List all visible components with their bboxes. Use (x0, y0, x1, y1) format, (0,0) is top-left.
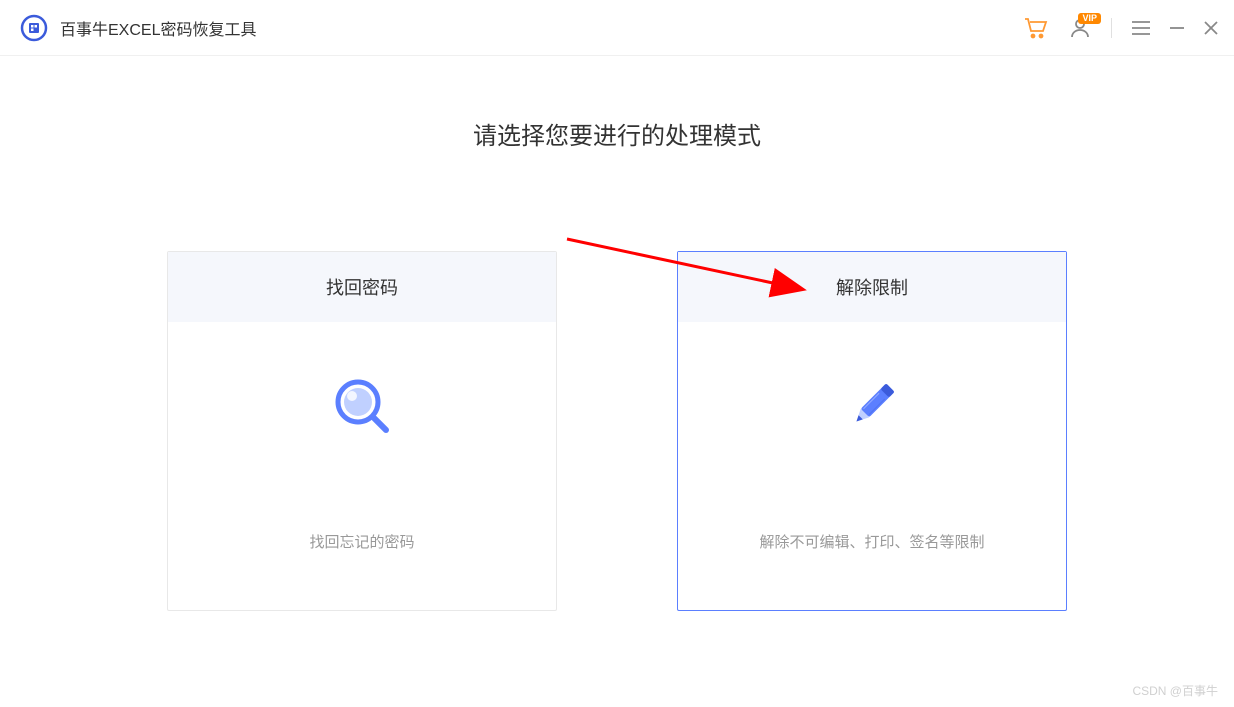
card-remove-restrictions[interactable]: 解除限制 解除不可编辑、打印、签名等限制 (677, 251, 1067, 611)
card-header: 解除限制 (678, 252, 1066, 322)
titlebar: 百事牛EXCEL密码恢复工具 VIP (0, 0, 1234, 56)
menu-icon[interactable] (1132, 21, 1150, 35)
titlebar-right: VIP (1023, 0, 1218, 56)
page-title: 请选择您要进行的处理模式 (473, 116, 761, 151)
watermark: CSDN @百事牛 (1132, 682, 1218, 699)
vip-badge: VIP (1078, 13, 1101, 24)
magnifier-icon (327, 371, 397, 441)
app-logo-icon (20, 14, 48, 42)
card-body: 解除不可编辑、打印、签名等限制 (678, 322, 1066, 610)
card-description: 找回忘记的密码 (309, 531, 414, 552)
user-icon[interactable]: VIP (1069, 17, 1091, 39)
card-header: 找回密码 (168, 252, 556, 322)
minimize-icon[interactable] (1170, 21, 1184, 35)
card-description: 解除不可编辑、打印、签名等限制 (759, 531, 984, 552)
app-title: 百事牛EXCEL密码恢复工具 (60, 16, 256, 40)
card-recover-password[interactable]: 找回密码 找回忘记的密码 (167, 251, 557, 611)
close-icon[interactable] (1204, 21, 1218, 35)
cards-row: 找回密码 找回忘记的密码 解除限制 (167, 251, 1067, 611)
cart-icon[interactable] (1023, 16, 1049, 40)
pencil-icon (837, 371, 907, 441)
main-content: 请选择您要进行的处理模式 找回密码 找回忘记的密码 解除限制 (0, 56, 1234, 611)
card-body: 找回忘记的密码 (168, 322, 556, 610)
divider (1111, 18, 1112, 38)
